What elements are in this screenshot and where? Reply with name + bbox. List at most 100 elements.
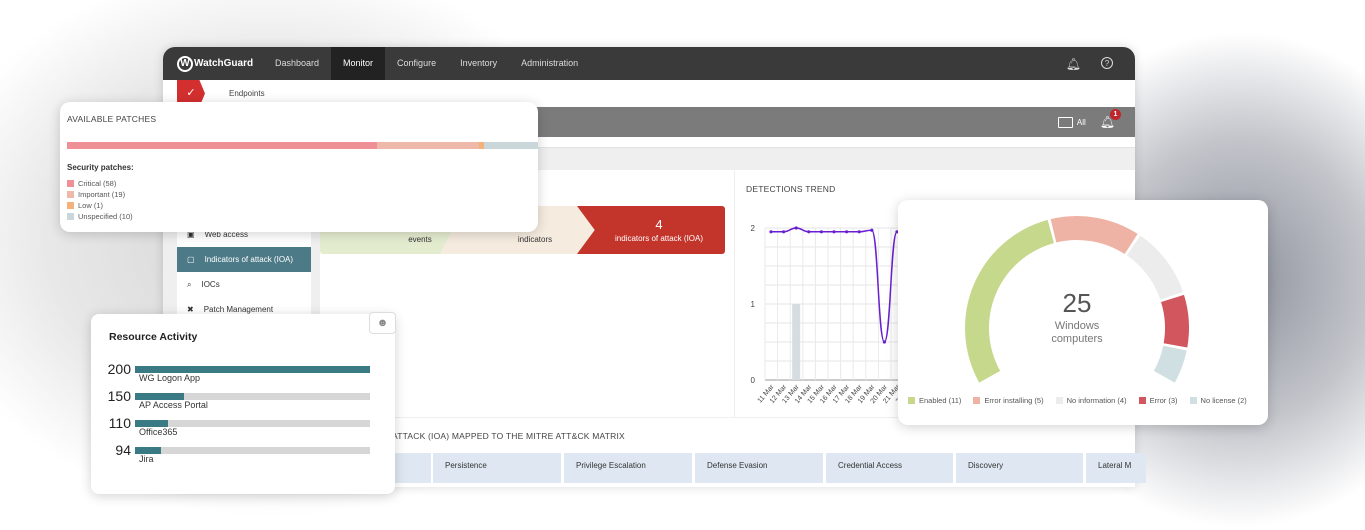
resource-count: 110	[108, 415, 131, 431]
windows-computers-card: 25 Windows computers Enabled (11) Error i…	[898, 200, 1268, 425]
y-tick-label: 0	[751, 376, 756, 385]
sidebar-item-label: Indicators of attack (IOA)	[204, 255, 294, 264]
help-icon[interactable]: ?	[1101, 56, 1113, 69]
resource-bar	[135, 366, 370, 373]
patches-legend: Critical (58) Important (19) Low (1) Unspec…	[67, 179, 133, 223]
legend-label: No license (2)	[1200, 396, 1247, 405]
legend-swatch	[973, 397, 981, 404]
funnel-stage-ioa[interactable]: 4 indicators of attack (IOA)	[577, 206, 725, 254]
sidebar-item-label: Patch Management	[203, 305, 274, 314]
trend-point[interactable]	[769, 230, 773, 234]
mitre-column-header[interactable]: Defense Evasion	[695, 453, 823, 483]
gauge-label: computers	[1051, 333, 1103, 345]
legend-label: No information (4)	[1066, 396, 1127, 405]
resource-bar	[135, 420, 370, 427]
resource-count: 94	[115, 442, 131, 458]
sidebar-item-iocs[interactable]: ⌕ IOCs	[177, 272, 311, 297]
all-filter-button[interactable]: All	[1057, 116, 1086, 128]
trend-point[interactable]	[782, 230, 786, 234]
tab-administration[interactable]: Administration	[509, 47, 590, 80]
legend-label: Error (3)	[1149, 396, 1178, 405]
trend-point[interactable]	[870, 228, 874, 232]
gauge-legend-item[interactable]: Error installing (5)	[973, 396, 1044, 405]
legend-label: Unspecified (10)	[78, 212, 133, 221]
magnifier-icon: ⌕	[187, 279, 192, 289]
user-badge-icon: ▢	[187, 255, 195, 264]
resource-item[interactable]: 94 Jira	[91, 443, 370, 464]
user-shield-icon[interactable]: ☻	[369, 312, 396, 334]
legend-swatch	[67, 213, 74, 220]
resource-name: AP Access Portal	[139, 400, 208, 410]
y-tick-label: 1	[751, 300, 756, 309]
legend-label: Critical (58)	[78, 179, 117, 188]
trend-point[interactable]	[807, 230, 811, 234]
resource-name: Jira	[139, 454, 154, 464]
resource-item[interactable]: 150 AP Access Portal	[91, 389, 370, 410]
mitre-column-header[interactable]: Privilege Escalation	[564, 453, 692, 483]
resource-activity-card: ☻ Resource Activity 200 WG Logon App 150 AP…	[91, 312, 396, 494]
resource-bar-fill	[135, 366, 370, 373]
resource-item[interactable]: 110 Office365	[91, 416, 370, 437]
trend-point[interactable]	[794, 226, 798, 230]
legend-label: Error installing (5)	[984, 396, 1044, 405]
patches-legend-item: Critical (58)	[67, 179, 133, 188]
resource-name: Office365	[139, 427, 178, 437]
bell-icon[interactable]: 🔔︎	[1066, 57, 1081, 71]
legend-swatch	[1189, 397, 1197, 404]
gauge-legend-item[interactable]: No license (2)	[1189, 396, 1247, 405]
gauge-legend-item[interactable]: Enabled (11)	[908, 396, 961, 405]
resource-item[interactable]: 200 WG Logon App	[91, 362, 370, 383]
trend-point[interactable]	[819, 230, 823, 234]
gauge-segment[interactable]	[1153, 345, 1187, 383]
mitre-column-header[interactable]	[395, 453, 431, 483]
resource-bar	[135, 447, 370, 454]
sidebar-item-ioa[interactable]: ▢ Indicators of attack (IOA)	[177, 247, 311, 272]
tab-inventory[interactable]: Inventory	[448, 47, 509, 80]
alerts-button[interactable]: 🔔︎ 1	[1100, 109, 1121, 129]
trend-point[interactable]	[882, 340, 886, 344]
mitre-column-header[interactable]: Discovery	[956, 453, 1083, 483]
gauge-legend-item[interactable]: Error (3)	[1138, 396, 1178, 405]
patches-title: AVAILABLE PATCHES	[67, 114, 157, 124]
stage-label: indicators of attack (IOA)	[614, 234, 704, 243]
ioa-count: 4	[655, 217, 663, 232]
trend-point[interactable]	[857, 230, 861, 234]
resource-title: Resource Activity	[109, 331, 198, 343]
mitre-column-header[interactable]: Lateral M	[1086, 453, 1146, 483]
mitre-column-header[interactable]: Persistence	[433, 453, 561, 483]
patches-bar-segment	[67, 142, 378, 149]
y-tick-label: 2	[751, 224, 756, 233]
resource-bar-fill	[135, 420, 168, 427]
patches-legend-item: Unspecified (10)	[67, 212, 133, 221]
legend-swatch	[1138, 397, 1146, 404]
all-label: All	[1076, 117, 1086, 127]
tab-dashboard[interactable]: Dashboard	[263, 47, 331, 80]
patches-legend-item: Important (19)	[67, 190, 133, 199]
tab-configure[interactable]: Configure	[385, 47, 448, 80]
brand-logo[interactable]: W WatchGuard	[163, 55, 263, 72]
legend-swatch	[1055, 397, 1063, 404]
sidebar-item-label: IOCs	[201, 280, 220, 289]
stage-label: indicators	[517, 235, 553, 244]
trend-bar[interactable]	[792, 304, 801, 380]
breadcrumb-label[interactable]: Endpoints	[229, 89, 265, 98]
resource-bar	[135, 393, 370, 400]
resource-bar-fill	[135, 447, 161, 454]
stage-label: events	[408, 235, 432, 244]
legend-label: Important (19)	[78, 190, 126, 199]
trend-point[interactable]	[832, 230, 836, 234]
mitre-column-header[interactable]: Credential Access	[826, 453, 953, 483]
resource-list: 200 WG Logon App 150 AP Access Portal 110 Off…	[91, 362, 370, 470]
gauge-segment[interactable]	[1050, 216, 1138, 255]
trend-point[interactable]	[845, 230, 849, 234]
legend-swatch	[67, 191, 74, 198]
tab-monitor[interactable]: Monitor	[331, 47, 386, 80]
legend-swatch	[908, 397, 915, 404]
brand-text: WatchGuard	[194, 58, 254, 69]
gauge-label: Windows	[1054, 320, 1100, 332]
legend-label: Low (1)	[78, 201, 104, 210]
mitre-title: ATTACK (IOA) MAPPED TO THE MITRE ATT&CK …	[392, 431, 625, 441]
gauge-legend-item[interactable]: No information (4)	[1055, 396, 1127, 405]
patch-icon: ✖	[187, 305, 194, 314]
folder-icon	[1057, 116, 1073, 128]
